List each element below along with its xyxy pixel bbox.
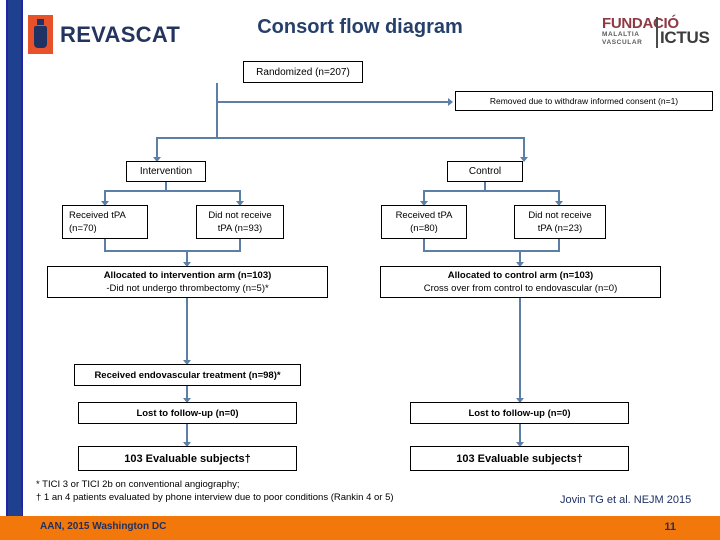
flow-box-evaluable-intervention-label: 103 Evaluable subjects† <box>124 452 251 465</box>
connector-to-control <box>523 137 525 159</box>
flow-box-ctl-not-received-tpa: Did not receive tPA (n=23) <box>514 205 606 239</box>
connector-arrow-removed <box>448 98 453 106</box>
fundacio-subtitle-line2: VASCULAR <box>602 39 643 46</box>
flow-box-lost-followup-intervention: Lost to follow-up (n=0) <box>78 402 297 424</box>
flow-box-allocated-control-line2: Cross over from control to endovascular … <box>423 283 618 294</box>
footnote-asterisk: * TICI 3 or TICI 2b on conventional angi… <box>36 479 240 490</box>
flow-box-int-not-received-tpa: Did not receive tPA (n=93) <box>196 205 284 239</box>
footnote-dagger: † 1 an 4 patients evaluated by phone int… <box>36 492 394 503</box>
flow-box-allocated-control-line1: Allocated to control arm (n=103) <box>447 270 594 281</box>
connector-intervention-split-bar <box>104 190 241 192</box>
connector-int-merge-bar <box>104 250 241 252</box>
flow-box-int-received-tpa-line2: (n=70) <box>69 223 97 234</box>
citation-text: Jovin TG et al. NEJM 2015 <box>560 494 692 506</box>
flow-box-evaluable-control-label: 103 Evaluable subjects† <box>456 452 583 465</box>
flow-box-removed-consent: Removed due to withdraw informed consent… <box>455 91 713 111</box>
footer-event-label: AAN, 2015 Washington DC <box>40 521 167 532</box>
flow-box-int-received-tpa-line1: Received tPA <box>69 210 126 221</box>
flow-box-allocated-intervention: Allocated to intervention arm (n=103) -D… <box>47 266 328 298</box>
flow-box-allocated-intervention-line2: -Did not undergo thrombectomy (n=5)* <box>106 283 269 294</box>
flow-box-lost-followup-control: Lost to follow-up (n=0) <box>410 402 629 424</box>
sidebar-accent-line-right <box>21 0 23 516</box>
flow-box-lost-followup-control-label: Lost to follow-up (n=0) <box>468 407 571 419</box>
flow-box-control: Control <box>447 161 523 182</box>
flow-box-ctl-received-tpa: Received tPA (n=80) <box>381 205 467 239</box>
footer-sidebar-notch <box>8 508 22 516</box>
flow-box-evaluable-control: 103 Evaluable subjects† <box>410 446 629 471</box>
flow-box-int-not-received-tpa-line2: tPA (n=93) <box>217 223 263 234</box>
flow-box-ctl-not-received-tpa-line1: Did not receive <box>528 210 592 221</box>
flow-box-control-label: Control <box>468 166 502 177</box>
flow-box-ctl-not-received-tpa-line2: tPA (n=23) <box>537 223 583 234</box>
connector-ctl-merge-bar <box>423 250 560 252</box>
connector-randomized-trunk <box>216 83 218 139</box>
page-title: Consort flow diagram <box>257 16 463 38</box>
connector-control-split-bar <box>423 190 560 192</box>
flow-box-allocated-control: Allocated to control arm (n=103) Cross o… <box>380 266 661 298</box>
flow-box-int-not-received-tpa-line1: Did not receive <box>208 210 272 221</box>
flow-box-ctl-received-tpa-line1: Received tPA <box>395 210 453 221</box>
flow-box-randomized: Randomized (n=207) <box>243 61 363 83</box>
flow-box-lost-followup-intervention-label: Lost to follow-up (n=0) <box>136 407 239 419</box>
flow-box-received-endovascular-label: Received endovascular treatment (n=98)* <box>94 369 281 381</box>
connector-randomized-to-removed <box>216 101 448 103</box>
flow-box-intervention-label: Intervention <box>139 166 193 177</box>
flow-box-randomized-label: Randomized (n=207) <box>256 66 350 78</box>
connector-ctl-to-lost <box>519 298 521 400</box>
footnotes: * TICI 3 or TICI 2b on conventional angi… <box>36 478 394 504</box>
flow-box-int-received-tpa: Received tPA (n=70) <box>62 205 148 239</box>
sidebar-blue-bar <box>8 0 22 516</box>
connector-split-bar <box>156 137 525 139</box>
flow-box-ctl-received-tpa-line2: (n=80) <box>410 223 438 234</box>
flow-box-evaluable-intervention: 103 Evaluable subjects† <box>78 446 297 471</box>
connector-lost-to-evaluable-ctl <box>519 424 521 444</box>
slide-canvas: REVASCAT FUNDACIÓ MALALTIA VASCULAR ICTU… <box>0 0 720 540</box>
footer-page-number: 11 <box>664 521 676 533</box>
flow-box-removed-consent-label: Removed due to withdraw informed consent… <box>489 96 679 106</box>
flow-box-received-endovascular: Received endovascular treatment (n=98)* <box>74 364 301 386</box>
connector-int-to-endovascular <box>186 298 188 362</box>
connector-to-intervention <box>156 137 158 159</box>
flow-box-intervention: Intervention <box>126 161 206 182</box>
connector-lost-to-evaluable-int <box>186 424 188 444</box>
flow-box-allocated-intervention-line1: Allocated to intervention arm (n=103) <box>103 270 272 281</box>
